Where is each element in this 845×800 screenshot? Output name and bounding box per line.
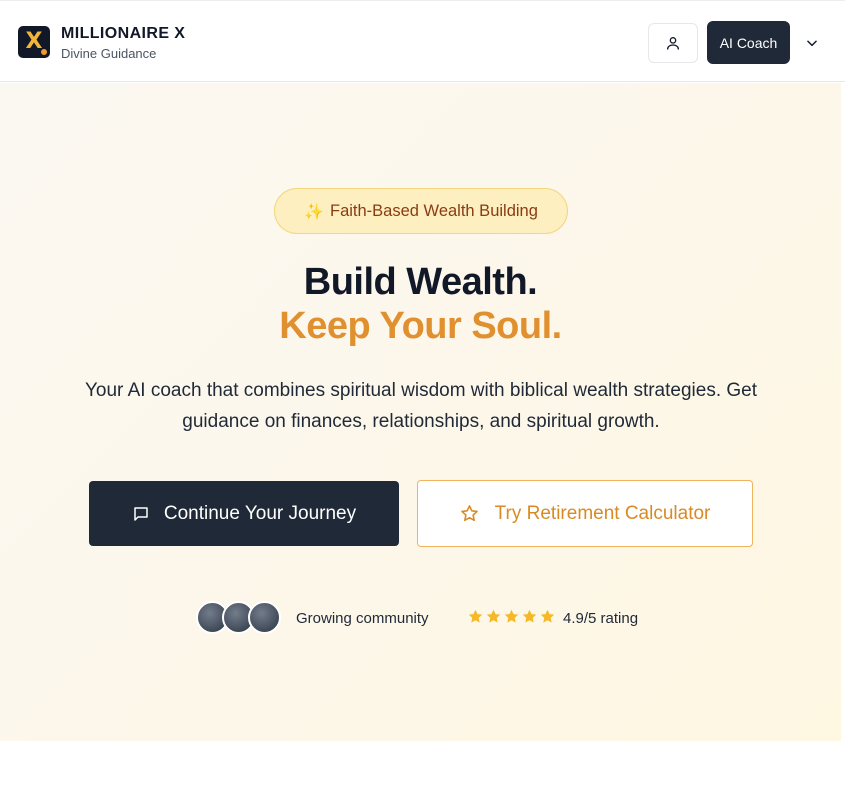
star-outline-icon [460,505,478,522]
headline-primary: Build Wealth. [303,261,538,303]
user-account-button[interactable] [648,23,698,63]
avatar [248,601,281,634]
headline-accent: Keep Your Soul. [279,305,562,347]
hero-description: Your AI coach that combines spiritual wi… [84,380,757,432]
star-filled-icon [468,609,483,623]
star-filled-icon [486,609,501,623]
star-filled-icon [504,609,519,623]
retirement-calculator-label: Try Retirement Calculator [494,502,711,524]
rating-stars [467,608,556,625]
menu-dropdown-button[interactable] [800,31,824,55]
x-logo-icon[interactable]: X [18,26,50,58]
top-header: X MILLIONAIRE X Divine Guidance AI Coach [0,0,845,82]
brand-name[interactable]: MILLIONAIRE X [61,25,185,43]
chevron-down-icon [807,40,817,47]
star-filled-icon [522,609,537,623]
rating-label: 4.9/5 rating [563,610,639,627]
ai-coach-button[interactable]: AI Coach [707,21,790,64]
message-square-icon [134,506,148,521]
retirement-calculator-button[interactable]: Try Retirement Calculator [417,480,753,547]
community-label: Growing community [296,610,429,627]
brand-tagline: Divine Guidance [61,46,157,61]
continue-journey-label: Continue Your Journey [163,502,357,524]
star-filled-icon [540,609,555,623]
badge-label: Faith-Based Wealth Building [330,201,538,220]
hero-section: ✨ Faith-Based Wealth Building Build Weal… [0,83,841,741]
sparkles-icon: ✨ [304,201,324,221]
continue-journey-button[interactable]: Continue Your Journey [89,481,399,546]
user-icon [667,37,679,50]
faith-badge: ✨ Faith-Based Wealth Building [274,188,568,234]
social-proof: Growing community 4.9/5 rating [196,601,656,635]
